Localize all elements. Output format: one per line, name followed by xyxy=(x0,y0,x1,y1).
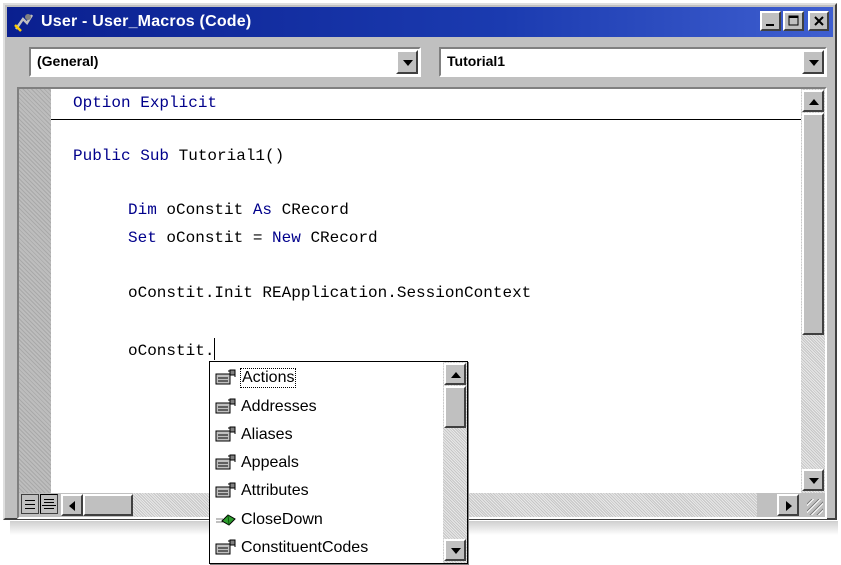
member-list-item-appeals[interactable]: Appeals xyxy=(210,449,442,477)
property-icon xyxy=(215,454,237,472)
minimize-icon xyxy=(765,24,774,26)
object-dropdown[interactable]: (General) xyxy=(29,47,421,77)
scroll-left-icon[interactable] xyxy=(61,494,83,516)
member-label: Aliases xyxy=(241,426,293,443)
object-dropdown-value: (General) xyxy=(37,53,99,69)
member-list-item-aliases[interactable]: Aliases xyxy=(210,421,442,449)
vba-module-icon xyxy=(14,14,34,32)
margin-indicator-bar[interactable] xyxy=(19,89,51,493)
member-list-item-actions[interactable]: Actions xyxy=(210,364,442,392)
member-list-scrollbar[interactable] xyxy=(443,362,467,563)
scroll-right-icon[interactable] xyxy=(777,494,799,516)
declarations-section: Option Explicit xyxy=(51,89,801,120)
window-title: User - User_Macros (Code) xyxy=(41,13,252,30)
set-line: Set oConstit = New CRecord xyxy=(128,229,378,247)
text-caret xyxy=(214,338,216,360)
member-list-popup[interactable]: Actions Addresses Aliases Appeals Attrib… xyxy=(209,361,468,564)
member-list-item-constituentcodes[interactable]: ConstituentCodes xyxy=(210,534,442,562)
vertical-scroll-thumb[interactable] xyxy=(802,113,824,335)
minimize-button[interactable] xyxy=(760,11,781,31)
member-label: Addresses xyxy=(241,398,317,415)
member-list-scroll-up-icon[interactable] xyxy=(444,363,466,385)
member-label: Actions xyxy=(239,368,297,388)
sub-declaration-line: Public Sub Tutorial1() xyxy=(73,147,285,165)
dim-line: Dim oConstit As CRecord xyxy=(128,201,349,219)
full-module-view-icon[interactable] xyxy=(40,494,58,514)
member-label: Appeals xyxy=(241,454,299,471)
property-icon xyxy=(215,398,237,416)
close-button[interactable] xyxy=(808,11,829,31)
property-icon xyxy=(215,426,237,444)
object-dropdown-arrow-icon[interactable] xyxy=(396,50,418,74)
member-list-item-closedown[interactable]: CloseDown xyxy=(210,506,442,534)
horizontal-scroll-thumb[interactable] xyxy=(83,494,133,516)
member-list-scroll-thumb[interactable] xyxy=(444,386,466,428)
title-bar[interactable]: User - User_Macros (Code) xyxy=(7,7,833,37)
vertical-scrollbar[interactable] xyxy=(801,89,825,493)
member-list-item-attributes[interactable]: Attributes xyxy=(210,477,442,505)
option-explicit-line: Option Explicit xyxy=(73,94,218,112)
procedure-view-icon[interactable] xyxy=(21,494,39,514)
procedure-dropdown-arrow-icon[interactable] xyxy=(802,50,824,74)
member-access-line: oConstit. xyxy=(128,338,216,360)
resize-grip-icon[interactable] xyxy=(801,493,825,517)
member-list-scroll-down-icon[interactable] xyxy=(444,539,466,561)
procedure-dropdown-value: Tutorial1 xyxy=(447,53,506,69)
property-icon xyxy=(215,482,237,500)
procedure-dropdown[interactable]: Tutorial1 xyxy=(439,47,827,77)
member-list-item-addresses[interactable]: Addresses xyxy=(210,393,442,421)
member-label: ConstituentCodes xyxy=(241,539,369,556)
scroll-up-icon[interactable] xyxy=(802,90,824,112)
maximize-icon xyxy=(788,15,798,26)
member-label: CloseDown xyxy=(241,511,323,528)
method-icon xyxy=(215,511,237,529)
property-icon xyxy=(215,369,237,387)
init-line: oConstit.Init REApplication.SessionConte… xyxy=(128,284,532,302)
maximize-button[interactable] xyxy=(783,11,804,31)
property-icon xyxy=(215,539,237,557)
scroll-down-icon[interactable] xyxy=(802,469,824,491)
close-icon xyxy=(813,16,824,26)
member-label: Attributes xyxy=(241,482,309,499)
